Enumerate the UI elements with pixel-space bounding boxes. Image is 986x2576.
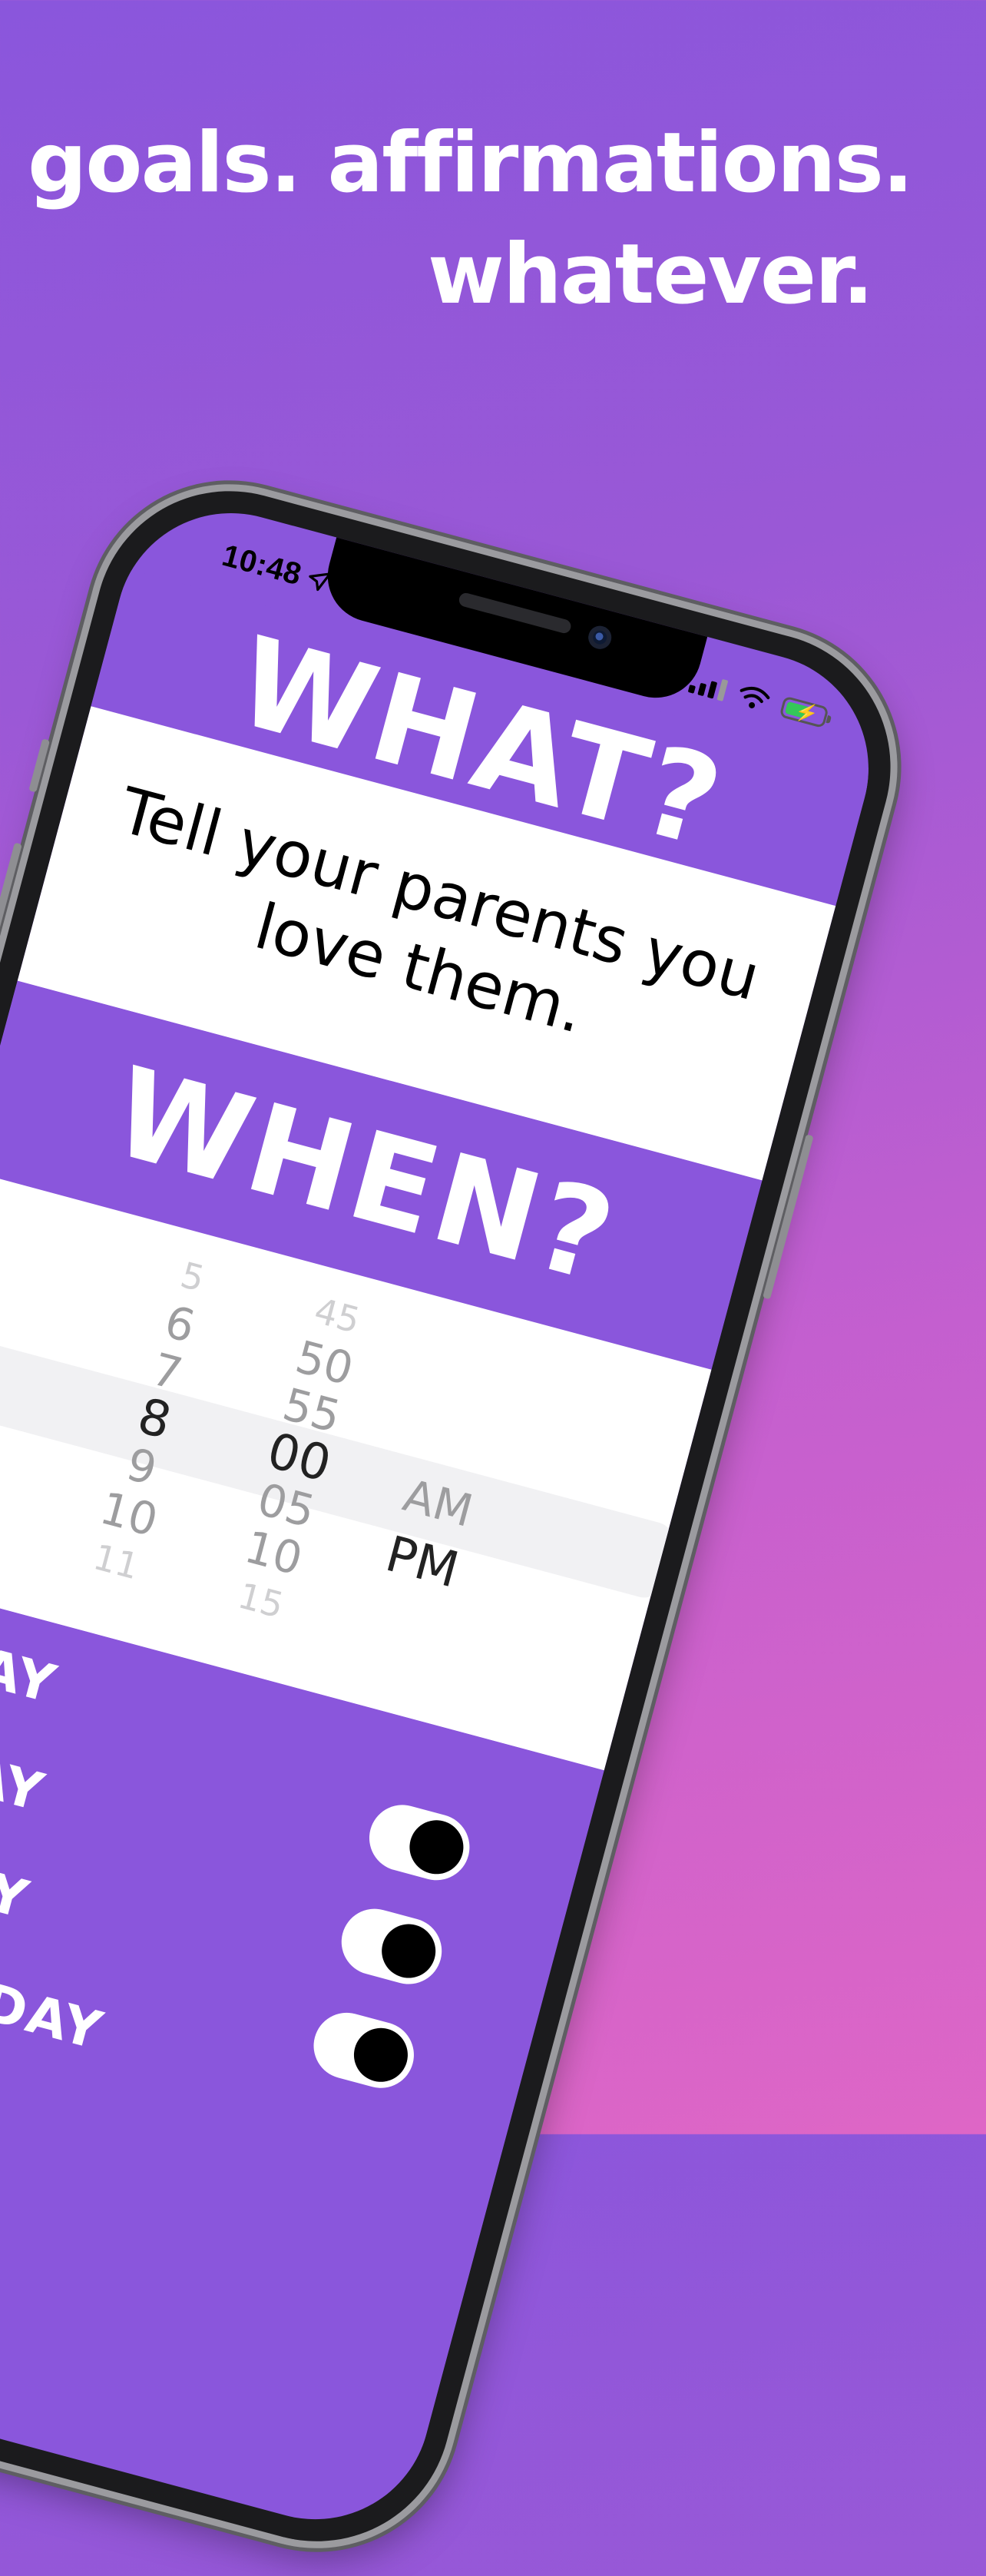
volume-up-button — [0, 842, 22, 949]
phone-screen: 10:48 ⚡ WHAT? Tell your parents you love… — [0, 487, 895, 2545]
phone-side-button — [28, 738, 51, 793]
headline-line-1: goals. affirmations. — [28, 115, 914, 211]
battery-charging-icon: ⚡ — [779, 695, 829, 729]
toggle-monday[interactable] — [362, 1797, 478, 1888]
day-label-monday: MONDAY — [0, 1696, 51, 1824]
power-button — [763, 1134, 814, 1300]
phone-frame: 10:48 ⚡ WHAT? Tell your parents you love… — [0, 461, 921, 2572]
headline: goals. affirmations. whatever. — [28, 108, 914, 330]
status-time: 10:48 — [218, 538, 306, 592]
wifi-icon — [736, 683, 771, 713]
toggle-knob — [403, 1814, 470, 1881]
toggle-knob — [348, 2021, 414, 2088]
toggle-knob — [376, 1918, 442, 1984]
headline-line-2: whatever. — [428, 227, 874, 323]
location-arrow-icon — [302, 565, 333, 602]
toggle-tuesday[interactable] — [334, 1901, 449, 1992]
cellular-signal-icon — [687, 670, 729, 701]
toggle-wednesday[interactable] — [306, 2005, 422, 2096]
